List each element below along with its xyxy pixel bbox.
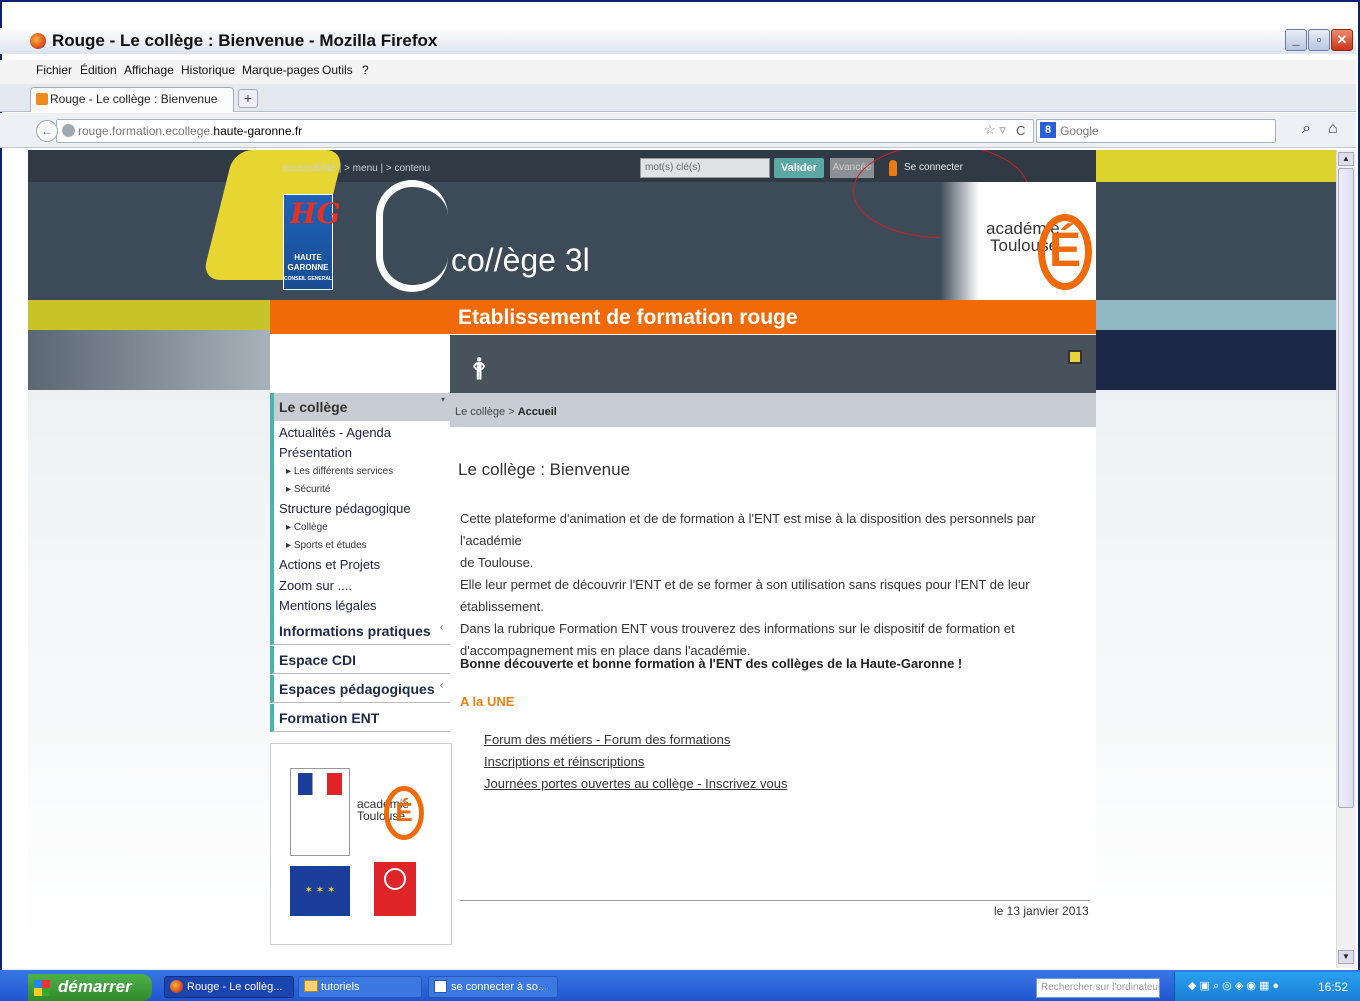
e-letter-logo (376, 180, 448, 292)
menu-item-fichier[interactable]: Fichier (36, 63, 72, 77)
band-right (1096, 300, 1336, 330)
breadcrumb-current: Accueil (517, 406, 557, 418)
classroom-icon: 🛉 (472, 354, 487, 381)
academie-e-logo: É (1038, 214, 1092, 290)
hg-logo-text: HAUTE GARONNE CONSEIL GENERAL (284, 253, 332, 282)
back-arrow-icon[interactable]: ← (36, 120, 58, 142)
sidebar-subsubitem[interactable]: ▸ Sports et études (286, 540, 367, 551)
reload-icon[interactable]: C (1016, 123, 1025, 138)
intro-line: de Toulouse. (460, 555, 534, 570)
sidebar-subitem[interactable]: Structure pédagogique (279, 501, 411, 516)
document-icon (434, 980, 447, 993)
search-placeholder[interactable]: Google (1060, 124, 1099, 138)
magnifier-icon[interactable]: ⌕ (1302, 120, 1311, 138)
clock: 16:52 (1318, 980, 1349, 994)
welcome-message: Bonne découverte et bonne formation à l'… (460, 656, 963, 671)
intro-text: Cette plateforme d'animation et de de fo… (460, 508, 1090, 662)
menu-item-marque-pages[interactable]: Marque-pages (242, 63, 319, 77)
site-favicon-icon (36, 93, 48, 105)
sidebar-subsubitem[interactable]: ▸ Les différents services (286, 466, 393, 477)
bookmark-star-icon[interactable]: ☆ ▿ (984, 122, 1006, 138)
menu-item-historique[interactable]: Historique (181, 63, 235, 77)
news-link[interactable]: Journées portes ouvertes au collège - In… (484, 776, 788, 791)
news-link[interactable]: Forum des métiers - Forum des formations (484, 732, 730, 747)
accessibility-links[interactable]: accessibilité | > menu | > contenu (282, 163, 430, 174)
google-icon[interactable]: 8 (1040, 122, 1056, 138)
content-header-bar (450, 335, 1096, 393)
news-link[interactable]: Inscriptions et réinscriptions (484, 754, 644, 769)
close-icon[interactable]: ✕ (1331, 29, 1353, 51)
sidebar-subsubitem[interactable]: ▸ Sécurité (286, 484, 331, 495)
sidebar-item-label: Le collège (279, 399, 348, 415)
new-tab-button[interactable]: + (238, 89, 258, 108)
college31-logo: co//ège 3l (451, 242, 590, 278)
scroll-down-icon[interactable]: ▼ (1338, 950, 1354, 964)
hg-mark-icon: HG (290, 197, 341, 230)
home-icon[interactable]: ⌂ (1328, 120, 1338, 138)
page-bg-left (28, 390, 270, 948)
sidebar-subitem[interactable]: Zoom sur .... (279, 578, 352, 593)
scroll-up-icon[interactable]: ▲ (1338, 152, 1354, 166)
sidebar-item-label: Espace CDI (279, 652, 357, 668)
header-yellow-strip (1096, 150, 1336, 182)
menu-item-edition[interactable]: Édition (80, 63, 117, 77)
sidebar-subitem[interactable]: Actions et Projets (279, 557, 380, 572)
web-page: accessibilité | > menu | > contenu mot(s… (28, 150, 1336, 948)
intro-line: Elle leur permet de découvrir l'ENT et d… (460, 577, 1030, 592)
scroll-thumb[interactable] (1338, 168, 1354, 808)
footer-divider (460, 900, 1090, 901)
band-right-2 (1096, 330, 1336, 390)
menu-item-outils[interactable]: Outils (322, 63, 353, 77)
chevron-left-icon[interactable]: ‹ (440, 622, 443, 633)
site-search-input[interactable]: mot(s) clé(s) (640, 158, 770, 178)
academie-small-logo: É (384, 786, 424, 840)
chevron-left-icon[interactable]: ‹ (440, 680, 443, 691)
band-left-2 (28, 330, 270, 390)
sidebar-subitem[interactable]: Présentation (279, 445, 352, 460)
republique-francaise-logo (290, 768, 350, 856)
intro-line: établissement. (460, 599, 544, 614)
intro-line: Cette plateforme d'animation et de de fo… (460, 511, 1036, 548)
establishment-title: Etablissement de formation rouge (458, 306, 798, 329)
breadcrumb: Le collège > Accueil (455, 406, 557, 418)
tab-label: Rouge - Le collège : Bienvenue (50, 92, 218, 106)
url-text[interactable]: rouge.formation.ecollege.haute-garonne.f… (78, 124, 302, 138)
sidebar-subitem[interactable]: Actualités - Agenda (279, 425, 391, 440)
tray-icons[interactable]: ◆ ▣ ⌕ ◎ ◈ ◉ ▦ ● (1188, 979, 1279, 993)
sidebar-item-label: Informations pratiques (279, 623, 431, 639)
menu-item-affichage[interactable]: Affichage (124, 63, 174, 77)
sidebar-subsubitem[interactable]: ▸ Collège (286, 522, 328, 533)
taskbar-item-document[interactable]: se connecter à so... (428, 976, 558, 998)
firefox-icon (30, 33, 46, 49)
firefox-icon (170, 980, 183, 993)
globe-icon (62, 124, 75, 137)
page-bg-right (1096, 390, 1336, 948)
sidebar-accent (270, 421, 274, 635)
chevron-down-icon[interactable]: ▾ (441, 395, 445, 404)
sidebar-header-blank (274, 335, 450, 393)
breadcrumb-parent[interactable]: Le collège (455, 406, 505, 418)
eu-flag-logo: ✶ ✶ ✶ (290, 866, 350, 916)
window-title: Rouge - Le collège : Bienvenue - Mozilla… (52, 31, 438, 50)
windows-logo-icon (34, 980, 50, 996)
folder-icon (304, 980, 318, 992)
vertical-scrollbar[interactable]: ▲ ▼ (1336, 150, 1356, 968)
maximize-icon[interactable]: ▫ (1308, 29, 1330, 51)
section-heading: A la UNE (460, 694, 515, 709)
sidebar-subitem[interactable]: Mentions légales (279, 598, 377, 613)
taskbar-item-firefox[interactable]: Rouge - Le collèg... (164, 976, 294, 998)
menu-item-help[interactable]: ? (362, 63, 369, 77)
valider-button[interactable]: Valider (774, 158, 824, 178)
intro-line: Dans la rubrique Formation ENT vous trou… (460, 621, 1015, 636)
page-date: le 13 janvier 2013 (994, 904, 1089, 918)
expand-icon[interactable] (1068, 350, 1082, 364)
band-left (28, 300, 270, 330)
page-title: Le collège : Bienvenue (458, 460, 631, 479)
desktop-search-input[interactable]: Rechercher sur l'ordinateur (1036, 978, 1160, 998)
sidebar-item-label: Espaces pédagogiques (279, 681, 435, 697)
haute-garonne-logo: HG HAUTE GARONNE CONSEIL GENERAL (283, 194, 340, 290)
caisse-des-depots-logo (374, 862, 416, 916)
sidebar-item-label: Formation ENT (279, 710, 380, 726)
minimize-icon[interactable]: _ (1285, 29, 1307, 51)
